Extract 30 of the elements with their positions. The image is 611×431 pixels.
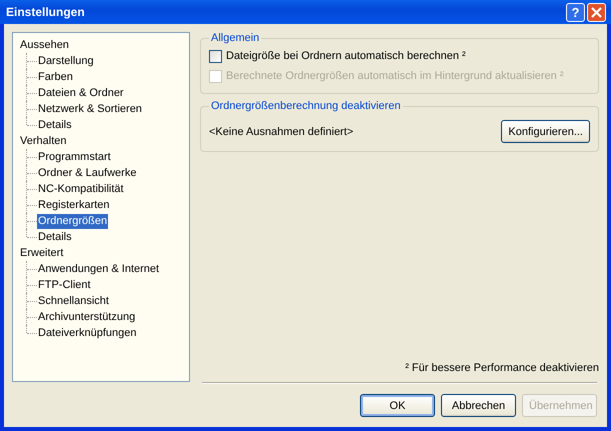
tree-item[interactable]: Details: [37, 230, 73, 244]
tree-item[interactable]: Dateiverknüpfungen: [37, 326, 138, 340]
dialog-button[interactable]: Abbrechen: [441, 394, 516, 417]
tree-item[interactable]: Ordner & Laufwerke: [37, 166, 138, 180]
tree-item[interactable]: Archivunterstützung: [37, 310, 136, 324]
tree-item[interactable]: Ordnergrößen: [37, 214, 108, 228]
tree-item[interactable]: Verhalten: [19, 134, 68, 148]
tree-item[interactable]: NC-Kompatibilität: [37, 182, 125, 196]
group-title: Allgemein: [210, 32, 260, 44]
status-text: <Keine Ausnahmen definiert>: [209, 126, 354, 138]
tree-item[interactable]: Schnellansicht: [37, 294, 110, 308]
window-title: Einstellungen: [6, 5, 85, 19]
tree-item[interactable]: Netzwerk & Sortieren: [37, 102, 143, 116]
footnote: ² Für bessere Performance deaktivieren: [404, 362, 599, 376]
group-title: Ordnergrößenberechnung deaktivieren: [210, 100, 402, 112]
tree-item[interactable]: Farben: [37, 70, 74, 84]
tree-item[interactable]: Darstellung: [37, 54, 95, 68]
help-button[interactable]: ?: [566, 2, 585, 22]
tree-item[interactable]: Details: [37, 118, 73, 132]
checkbox-label: Dateigröße bei Ordnern automatisch berechnen ²: [226, 50, 466, 62]
configure-button[interactable]: Konfigurieren...: [501, 120, 590, 143]
tree-item[interactable]: Programmstart: [37, 150, 112, 164]
tree-item[interactable]: Dateien & Ordner: [37, 86, 125, 100]
tree-item[interactable]: Aussehen: [19, 38, 70, 52]
tree-item[interactable]: Registerkarten: [37, 198, 111, 212]
dialog-button[interactable]: OK: [360, 394, 435, 417]
checkbox-label: Berechnete Ordnergrößen automatisch im Hintergrund aktualisieren ²: [226, 70, 564, 82]
tree-item[interactable]: Anwendungen & Internet: [37, 262, 160, 276]
tree-item[interactable]: Erweitert: [19, 246, 64, 260]
tree-item[interactable]: FTP-Client: [37, 278, 92, 292]
